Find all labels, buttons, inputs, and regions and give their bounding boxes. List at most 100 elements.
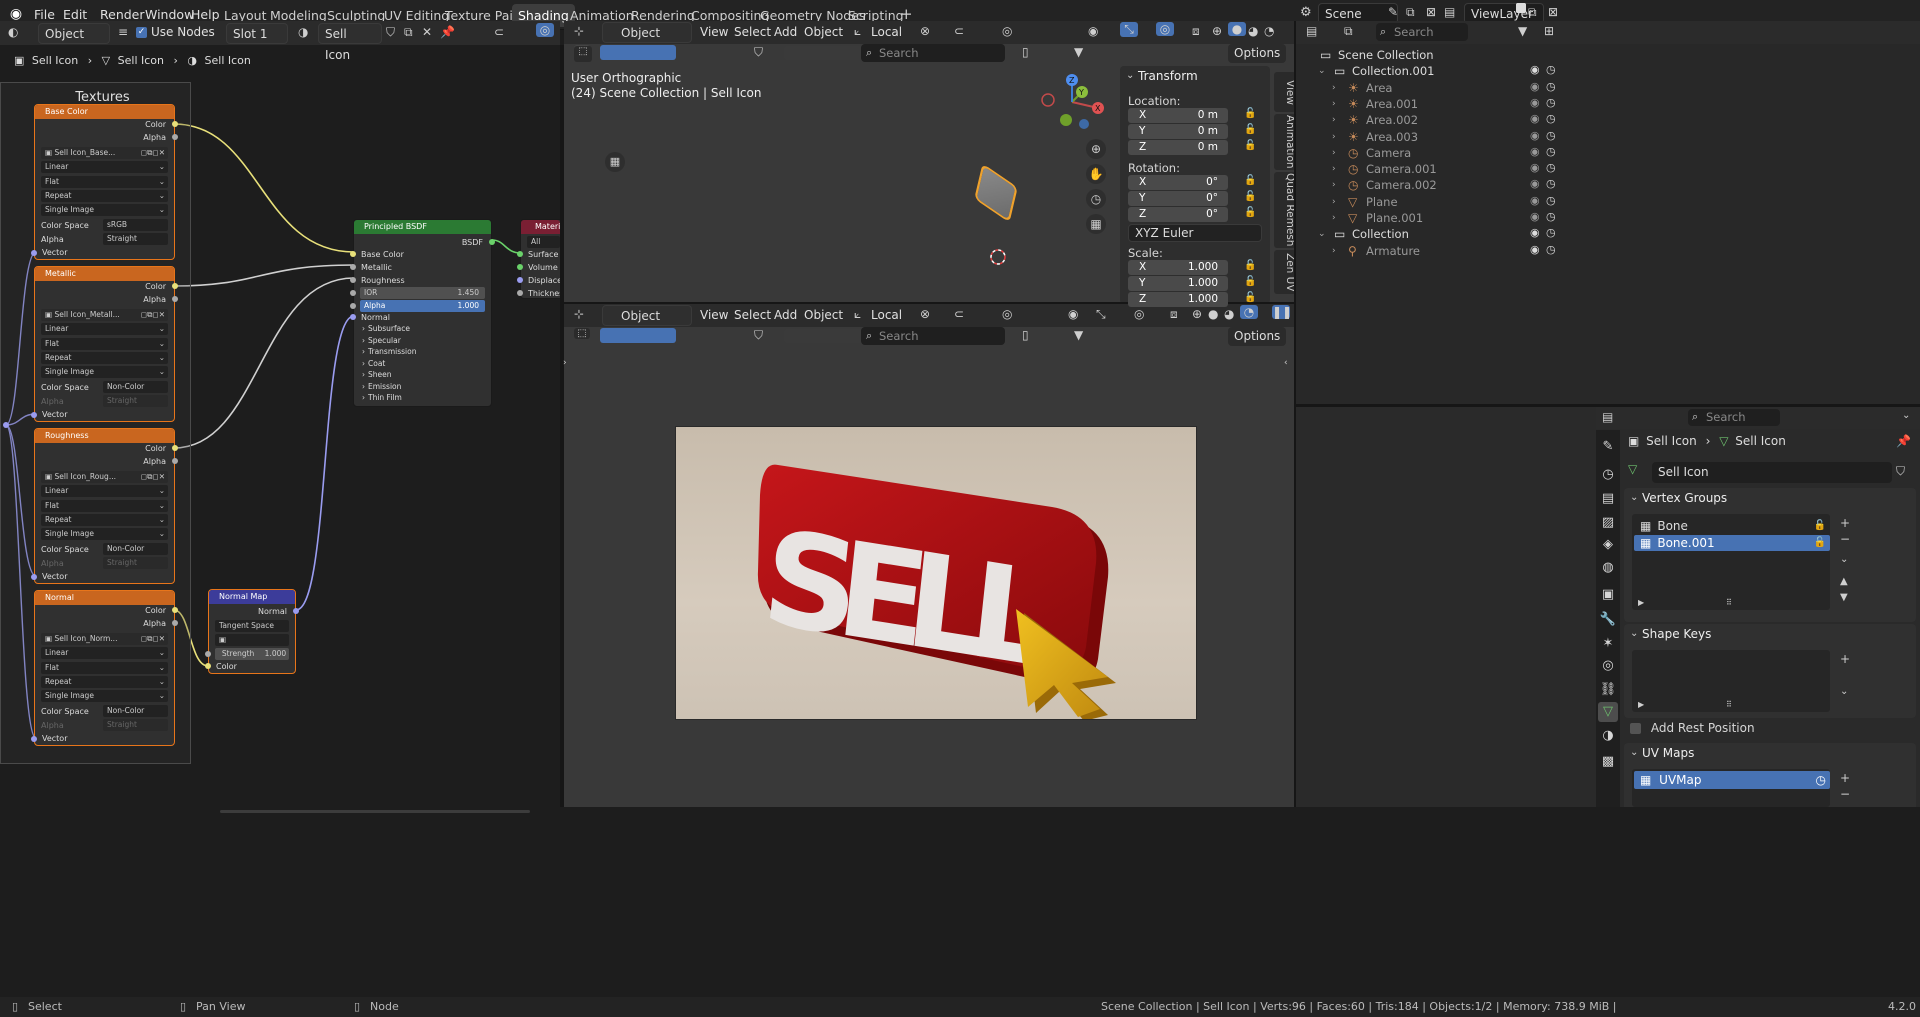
scale-z-field[interactable]: Z 1.000 xyxy=(1128,292,1228,307)
node-header[interactable]: Base Color xyxy=(35,105,174,119)
shading-solid-icon[interactable]: ● xyxy=(1208,307,1218,321)
alpha-output-socket[interactable] xyxy=(172,134,178,140)
rotation-mode-dropdown[interactable]: XYZ Euler xyxy=(1128,224,1262,242)
image-texture-node[interactable]: Metallic Color Alpha ▣ Sell Icon_Metall... ◻… xyxy=(31,266,178,422)
delete-view-layer-icon[interactable]: ⊠ xyxy=(1548,5,1558,19)
image-selector[interactable]: ▣ Sell Icon_Norm... ◻⧉◻✕ xyxy=(41,633,168,645)
source-dropdown[interactable]: Single Image ⌄ xyxy=(41,528,168,540)
active-render-icon[interactable]: ◷ xyxy=(1816,771,1826,789)
chevron-down-icon[interactable]: ⌄ xyxy=(1318,226,1326,242)
location-y-field[interactable]: Y 0 m xyxy=(1128,124,1228,139)
properties-tab-modifier-icon[interactable]: 🔧 xyxy=(1598,610,1618,630)
search-field[interactable]: Search xyxy=(861,327,1005,345)
properties-tab-render-icon[interactable]: ◷ xyxy=(1598,465,1618,485)
snap-icon[interactable]: ⊂ xyxy=(954,307,964,321)
properties-tab-constraints-icon[interactable]: ⛓ xyxy=(1598,680,1618,700)
new-view-layer-icon[interactable]: ⧉ xyxy=(1528,5,1537,20)
interpolation-dropdown[interactable]: Linear ⌄ xyxy=(41,161,168,173)
properties-search[interactable]: Search xyxy=(1688,409,1780,426)
lock-icon[interactable]: 🔓 xyxy=(1244,175,1256,186)
options-chevron-icon[interactable]: ⌄ xyxy=(1902,410,1910,421)
eye-icon[interactable]: ◉ xyxy=(1530,210,1540,223)
roughness-socket[interactable] xyxy=(350,277,356,283)
lock-icon[interactable]: 🔓 xyxy=(1814,535,1826,551)
location-x-field[interactable]: X 0 m xyxy=(1128,108,1228,123)
camera-gizmo-icon[interactable]: ▦ xyxy=(605,152,625,172)
camera-render-icon[interactable]: ◷ xyxy=(1546,145,1556,158)
projection-dropdown[interactable]: Flat ⌄ xyxy=(41,500,168,512)
normal-output-socket[interactable] xyxy=(293,608,299,614)
properties-tab-tool-icon[interactable]: ✎ xyxy=(1598,437,1618,457)
lock-icon[interactable]: 🔓 xyxy=(1244,260,1256,271)
chevron-right-icon[interactable]: › xyxy=(1332,80,1336,96)
vector-input-socket[interactable] xyxy=(31,412,37,418)
menu-object[interactable]: Object xyxy=(804,305,843,326)
mesh-name-field[interactable]: Sell Icon xyxy=(1652,462,1892,483)
node-header[interactable]: Roughness xyxy=(35,429,174,443)
specials-icon[interactable]: ⌄ xyxy=(1840,554,1848,565)
chevron-right-icon[interactable]: › xyxy=(1332,177,1336,193)
remove-icon[interactable]: − xyxy=(1840,532,1850,546)
chevron-right-icon[interactable]: › xyxy=(1332,145,1336,161)
transform-orientation-icon[interactable]: ⟀ xyxy=(854,307,861,322)
snap-icon[interactable]: ⊂ xyxy=(954,24,964,38)
scene-icon[interactable]: ⚙ xyxy=(1300,5,1312,20)
menu-view[interactable]: View xyxy=(700,305,728,326)
properties-tab-scene-icon[interactable]: ◈ xyxy=(1598,535,1618,555)
collapse-icon[interactable]: ⌄ xyxy=(1630,492,1638,503)
reroute-node[interactable] xyxy=(3,422,9,428)
tab-view[interactable]: View xyxy=(1274,72,1296,112)
source-dropdown[interactable]: Single Image ⌄ xyxy=(41,366,168,378)
shading-material-icon[interactable]: ◕ xyxy=(1248,24,1258,38)
menu-add[interactable]: Add xyxy=(774,22,797,43)
mode-dropdown[interactable]: Object Mode xyxy=(602,22,692,61)
editor-type-icon[interactable]: ⊹ xyxy=(574,307,584,321)
interpolation-dropdown[interactable]: Linear ⌄ xyxy=(41,485,168,497)
display-mode-icon[interactable]: ⧉ xyxy=(1344,24,1353,39)
camera-render-icon[interactable]: ◷ xyxy=(1546,210,1556,223)
chevron-right-icon[interactable]: › xyxy=(1332,112,1336,128)
volume-socket[interactable] xyxy=(517,264,523,270)
extension-dropdown[interactable]: Repeat ⌄ xyxy=(41,676,168,688)
vector-input-socket[interactable] xyxy=(31,250,37,256)
menu-view[interactable]: View xyxy=(700,22,728,43)
strength-field[interactable]: Strength 1.000 xyxy=(215,648,289,660)
chevron-right-icon[interactable]: › xyxy=(1332,194,1336,210)
projection-dropdown[interactable]: Flat ⌄ xyxy=(41,338,168,350)
normal-map-node[interactable]: Normal Map Normal Tangent Space ▣ Streng… xyxy=(205,589,299,674)
add-icon[interactable]: + xyxy=(1840,771,1850,785)
grid-view-icon[interactable]: ▦ xyxy=(1086,214,1106,234)
color-input-socket[interactable] xyxy=(205,663,211,669)
tool-select-icon[interactable]: ⬚ xyxy=(574,328,590,339)
collapse-icon[interactable]: ⌄ xyxy=(1630,747,1638,758)
pause-render-icon[interactable]: ❚❚ xyxy=(1272,305,1292,319)
chevron-down-icon[interactable]: ⌄ xyxy=(1318,63,1326,79)
overlay-icon[interactable]: ◎ xyxy=(1156,22,1174,36)
chevron-right-icon[interactable]: › xyxy=(1332,129,1336,145)
alpha-output-socket[interactable] xyxy=(172,296,178,302)
image-actions-icon[interactable]: ◻⧉◻✕ xyxy=(141,309,165,321)
bsdf-subpanel[interactable]: › Transmission xyxy=(362,347,416,356)
vertex-group-row[interactable]: ▦ Bone 🔓 xyxy=(1634,518,1830,534)
extension-dropdown[interactable]: Repeat ⌄ xyxy=(41,514,168,526)
camera-render-icon[interactable]: ◷ xyxy=(1546,226,1556,239)
eye-icon[interactable]: ◉ xyxy=(1530,226,1540,239)
move-down-icon[interactable]: ▼ xyxy=(1840,592,1848,603)
extension-dropdown[interactable]: Repeat ⌄ xyxy=(41,352,168,364)
node-header[interactable]: Metallic xyxy=(35,267,174,281)
list-expand-icon[interactable]: ▶ xyxy=(1638,700,1644,709)
options-button[interactable]: Options xyxy=(1228,327,1287,346)
alpha-field[interactable]: Alpha 1.000 xyxy=(360,300,485,312)
camera-render-icon[interactable]: ◷ xyxy=(1546,96,1556,109)
properties-tab-particles-icon[interactable]: ✶ xyxy=(1598,634,1618,654)
eye-icon[interactable]: ◉ xyxy=(1530,243,1540,256)
space-dropdown[interactable]: Tangent Space xyxy=(215,620,289,632)
node-header[interactable]: Normal xyxy=(35,591,174,605)
bookmark-icon[interactable]: ▯ xyxy=(1022,45,1029,59)
mode-dropdown[interactable]: Object Mode xyxy=(602,305,692,344)
camera-render-icon[interactable]: ◷ xyxy=(1546,112,1556,125)
lock-icon[interactable]: 🔓 xyxy=(1244,140,1256,151)
rotation-x-field[interactable]: X 0° xyxy=(1128,175,1228,190)
3d-cursor[interactable] xyxy=(987,246,1009,268)
overlay-icon[interactable]: ◎ xyxy=(1134,307,1144,321)
